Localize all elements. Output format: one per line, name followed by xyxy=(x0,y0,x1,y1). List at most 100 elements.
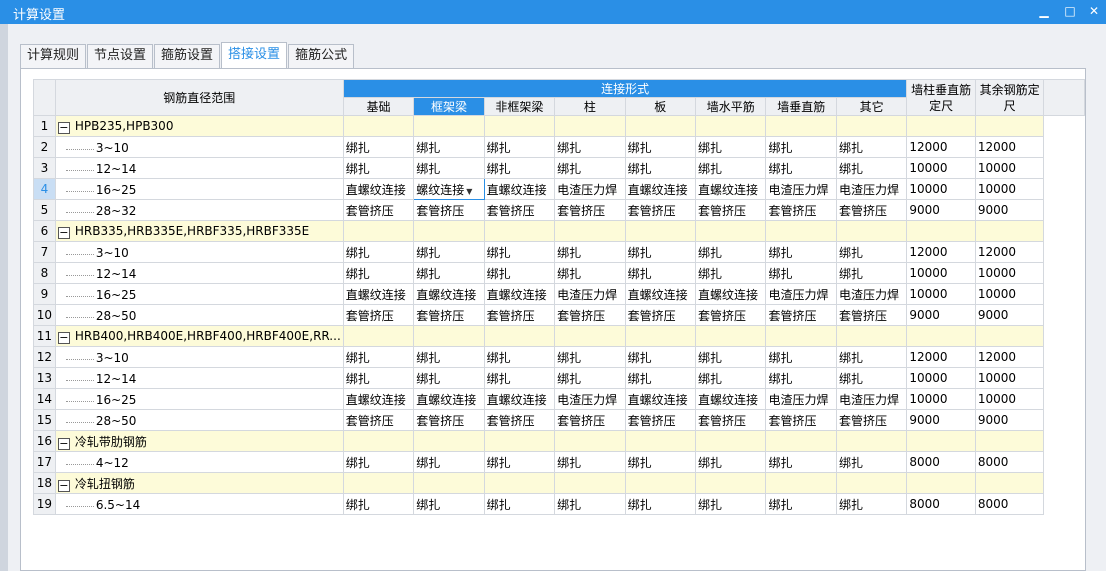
data-cell[interactable] xyxy=(342,325,415,347)
data-cell[interactable]: 绑扎 xyxy=(483,262,556,284)
group-name-cell[interactable]: − HRB400,HRB400E,HRBF400,HRBF400E,RR... xyxy=(54,325,344,347)
data-cell[interactable]: 电渣压力焊 xyxy=(765,388,837,410)
data-cell[interactable]: 绑扎 xyxy=(554,136,626,158)
group-name-cell[interactable]: − 冷轧扭钢筋 xyxy=(54,472,344,494)
data-cell[interactable]: 直螺纹连接 xyxy=(483,388,556,410)
data-cell[interactable]: 套管挤压 xyxy=(342,199,415,221)
data-cell[interactable] xyxy=(906,115,976,137)
range-cell[interactable]: 12~14 xyxy=(54,157,344,179)
data-cell[interactable]: 电渣压力焊 xyxy=(835,178,908,200)
data-cell[interactable]: 绑扎 xyxy=(554,346,626,368)
tab-4[interactable]: 箍筋公式 xyxy=(288,44,355,68)
subheader-1[interactable]: 框架梁 xyxy=(413,97,485,116)
collapse-icon[interactable]: − xyxy=(57,331,70,344)
tab-3[interactable]: 搭接设置 xyxy=(221,42,288,68)
data-cell[interactable]: 9000 xyxy=(906,304,976,326)
close-icon[interactable]: ✕ xyxy=(1086,3,1102,19)
subheader-0[interactable]: 基础 xyxy=(342,97,415,116)
data-cell[interactable] xyxy=(624,472,697,494)
data-cell[interactable] xyxy=(906,472,976,494)
collapse-icon[interactable]: − xyxy=(57,121,70,134)
data-cell[interactable]: 套管挤压 xyxy=(483,409,556,431)
data-cell[interactable] xyxy=(342,220,415,242)
data-cell[interactable]: 绑扎 xyxy=(554,367,626,389)
group-name-cell[interactable]: − HPB235,HPB300 xyxy=(54,115,344,137)
subheader-2[interactable]: 非框架梁 xyxy=(483,97,556,116)
data-cell[interactable]: 8000 xyxy=(906,493,976,515)
data-cell[interactable]: 8000 xyxy=(974,451,1045,473)
data-cell[interactable]: 套管挤压 xyxy=(483,199,556,221)
data-cell[interactable] xyxy=(554,472,626,494)
data-cell[interactable]: 直螺纹连接 xyxy=(624,178,697,200)
data-cell[interactable]: 套管挤压 xyxy=(624,304,697,326)
data-cell[interactable]: 绑扎 xyxy=(765,493,837,515)
data-cell[interactable]: 10000 xyxy=(906,283,976,305)
data-cell[interactable]: 套管挤压 xyxy=(554,304,626,326)
data-cell[interactable] xyxy=(483,472,556,494)
data-cell[interactable]: 电渣压力焊 xyxy=(554,178,626,200)
data-cell[interactable]: 绑扎 xyxy=(624,241,697,263)
data-cell[interactable]: 9000 xyxy=(906,199,976,221)
data-cell[interactable]: 直螺纹连接 xyxy=(695,388,767,410)
table-row[interactable]: 6− HRB335,HRB335E,HRBF335,HRBF335E xyxy=(33,220,1085,242)
table-row[interactable]: 2 3~10 绑扎 绑扎 绑扎 绑扎 绑扎 绑扎 绑扎 绑扎 12000 12000 xyxy=(33,136,1085,158)
table-row[interactable]: 10 28~50 套管挤压 套管挤压 套管挤压 套管挤压 套管挤压 套管挤压 套管挤压 套管挤压 9… xyxy=(33,304,1085,326)
data-cell[interactable] xyxy=(835,220,908,242)
data-cell[interactable] xyxy=(974,430,1045,452)
dropdown-arrow-icon[interactable]: ▼ xyxy=(466,187,472,196)
data-cell[interactable] xyxy=(765,430,837,452)
data-cell[interactable] xyxy=(695,115,767,137)
data-cell[interactable]: 绑扎 xyxy=(554,241,626,263)
data-cell[interactable]: 套管挤压 xyxy=(413,409,485,431)
data-cell[interactable]: 绑扎 xyxy=(835,136,908,158)
data-cell[interactable]: 绑扎 xyxy=(342,136,415,158)
data-cell[interactable] xyxy=(974,220,1045,242)
data-cell[interactable] xyxy=(483,220,556,242)
subheader-4[interactable]: 板 xyxy=(624,97,697,116)
data-cell[interactable]: 直螺纹连接 xyxy=(342,283,415,305)
table-row[interactable]: 16− 冷轧带肋钢筋 xyxy=(33,430,1085,452)
data-cell[interactable]: 套管挤压 xyxy=(835,409,908,431)
data-cell[interactable]: 套管挤压 xyxy=(413,199,485,221)
table-row[interactable]: 4 16~25 直螺纹连接 螺纹连接 ▼ 直螺纹连接 电渣压力焊 直螺纹连接 直螺纹连接 电渣压力… xyxy=(33,178,1085,200)
data-cell[interactable] xyxy=(835,115,908,137)
data-cell[interactable]: 绑扎 xyxy=(342,346,415,368)
data-cell[interactable] xyxy=(624,325,697,347)
data-cell[interactable]: 9000 xyxy=(974,199,1045,221)
data-cell[interactable]: 直螺纹连接 xyxy=(342,178,415,200)
group-name-cell[interactable]: − HRB335,HRB335E,HRBF335,HRBF335E xyxy=(54,220,344,242)
data-cell[interactable]: 电渣压力焊 xyxy=(554,388,626,410)
data-cell[interactable]: 12000 xyxy=(906,346,976,368)
data-cell[interactable]: 绑扎 xyxy=(695,136,767,158)
data-cell[interactable]: 绑扎 xyxy=(765,262,837,284)
data-cell[interactable] xyxy=(554,220,626,242)
data-cell[interactable] xyxy=(974,115,1045,137)
data-cell[interactable]: 10000 xyxy=(974,178,1045,200)
data-cell[interactable] xyxy=(554,325,626,347)
data-cell[interactable]: 绑扎 xyxy=(765,346,837,368)
data-cell[interactable]: 电渣压力焊 xyxy=(554,283,626,305)
data-cell[interactable]: 绑扎 xyxy=(413,241,485,263)
data-cell[interactable]: 绑扎 xyxy=(624,493,697,515)
range-cell[interactable]: 3~10 xyxy=(54,136,344,158)
data-cell[interactable]: 绑扎 xyxy=(624,262,697,284)
table-row[interactable]: 7 3~10 绑扎 绑扎 绑扎 绑扎 绑扎 绑扎 绑扎 绑扎 12000 12000 xyxy=(33,241,1085,263)
data-cell[interactable]: 套管挤压 xyxy=(624,199,697,221)
data-cell[interactable] xyxy=(483,115,556,137)
data-cell[interactable]: 直螺纹连接 xyxy=(483,283,556,305)
data-cell[interactable]: 10000 xyxy=(974,262,1045,284)
data-cell[interactable]: 套管挤压 xyxy=(554,199,626,221)
table-row[interactable]: 3 12~14 绑扎 绑扎 绑扎 绑扎 绑扎 绑扎 绑扎 绑扎 10000 10000 xyxy=(33,157,1085,179)
data-cell[interactable] xyxy=(342,430,415,452)
data-cell[interactable]: 10000 xyxy=(974,388,1045,410)
data-cell[interactable] xyxy=(835,430,908,452)
data-cell[interactable]: 绑扎 xyxy=(695,346,767,368)
data-cell[interactable]: 10000 xyxy=(906,262,976,284)
table-row[interactable]: 9 16~25 直螺纹连接 直螺纹连接 直螺纹连接 电渣压力焊 直螺纹连接 直螺纹连接 电渣压力… xyxy=(33,283,1085,305)
data-cell[interactable]: 绑扎 xyxy=(765,136,837,158)
data-cell[interactable] xyxy=(695,220,767,242)
data-cell[interactable]: 10000 xyxy=(906,367,976,389)
group-name-cell[interactable]: − 冷轧带肋钢筋 xyxy=(54,430,344,452)
data-cell[interactable]: 绑扎 xyxy=(835,262,908,284)
data-cell[interactable] xyxy=(765,472,837,494)
